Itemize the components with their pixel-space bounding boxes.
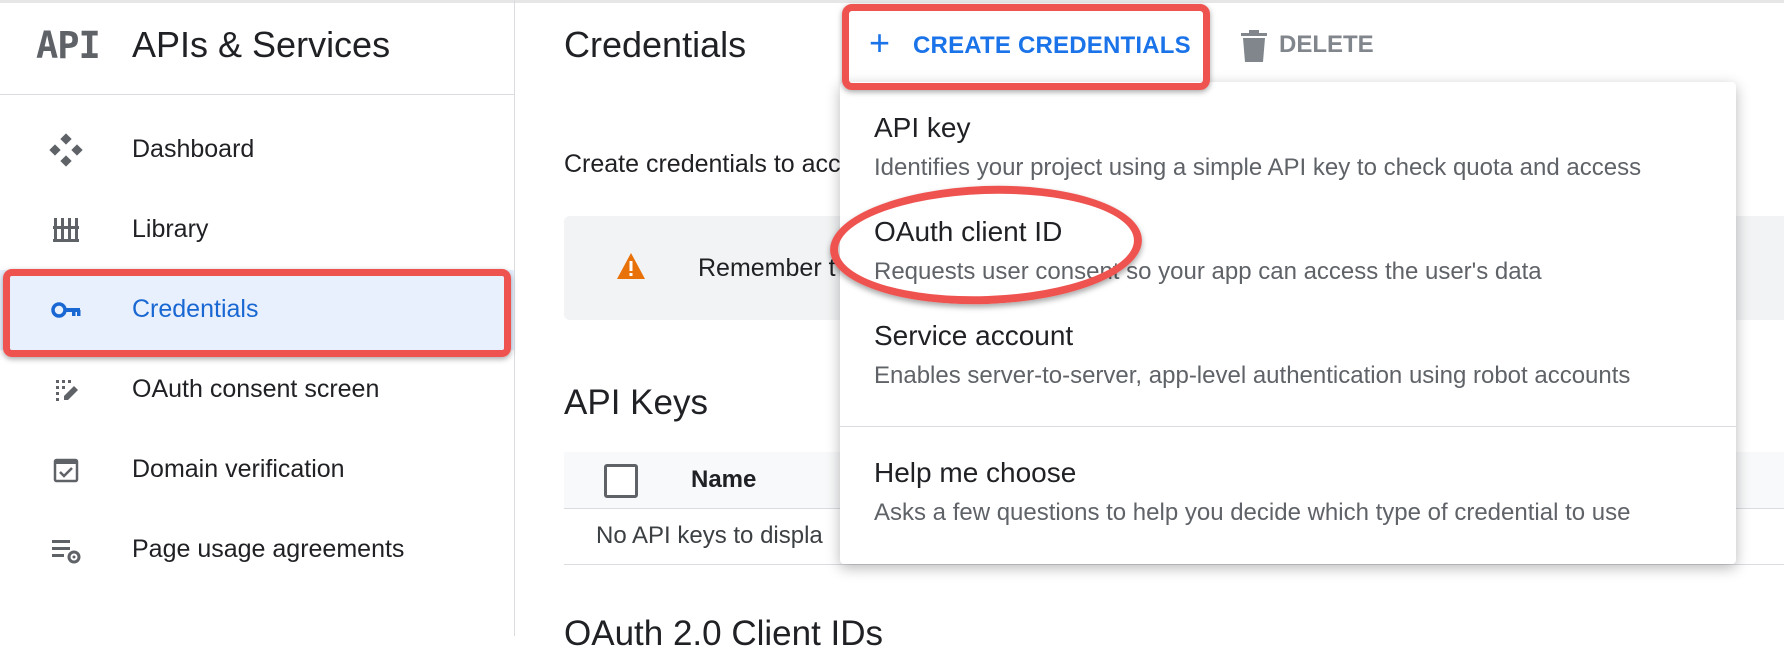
sidebar-item-label: Page usage agreements <box>132 535 405 563</box>
menu-item-title: Help me choose <box>874 457 1077 488</box>
domain-verification-icon <box>53 458 79 483</box>
sidebar-item-label: OAuth consent screen <box>132 375 380 403</box>
app-title: APIs & Services <box>132 24 391 65</box>
notice-text: Remember t <box>698 254 836 282</box>
delete-label: DELETE <box>1279 31 1374 58</box>
menu-item-title: Service account <box>874 320 1074 351</box>
trash-icon <box>1241 30 1267 62</box>
sidebar-item-library[interactable]: Library <box>0 190 514 270</box>
menu-item-service-account[interactable]: Service account Enables server-to-server… <box>840 290 1736 394</box>
empty-table-text: No API keys to displa <box>596 522 823 549</box>
oauth-client-ids-title: OAuth 2.0 Client IDs <box>564 614 884 653</box>
create-credentials-highlight-annotation <box>842 4 1210 90</box>
sidebar-item-label: Library <box>132 215 209 243</box>
sidebar-item-label: Dashboard <box>132 135 255 163</box>
credentials-highlight-annotation <box>3 269 511 357</box>
sidebar-item-oauth-consent[interactable]: OAuth consent screen <box>0 350 514 430</box>
menu-item-title: API key <box>874 112 971 143</box>
library-icon <box>53 218 79 242</box>
consent-screen-icon <box>56 380 78 401</box>
menu-item-description: Asks a few questions to help you decide … <box>874 499 1631 526</box>
menu-item-api-key[interactable]: API key Identifies your project using a … <box>840 82 1736 186</box>
sidebar-header: API APIs & Services <box>0 0 514 95</box>
sidebar: API APIs & Services Dashboard Library Cr… <box>0 0 515 636</box>
sidebar-item-label: Domain verification <box>132 455 345 483</box>
menu-item-description: Identifies your project using a simple A… <box>874 154 1642 181</box>
api-keys-title: API Keys <box>564 383 708 422</box>
menu-item-description: Enables server-to-server, app-level auth… <box>874 362 1631 389</box>
select-all-checkbox[interactable] <box>604 464 638 498</box>
api-logo: API <box>36 24 101 67</box>
warning-icon <box>617 253 645 279</box>
sidebar-item-domain-verification[interactable]: Domain verification <box>0 430 514 510</box>
intro-text: Create credentials to acc <box>564 150 841 178</box>
column-header-name[interactable]: Name <box>691 466 756 494</box>
page-title: Credentials <box>564 24 747 65</box>
page-usage-icon <box>52 540 81 564</box>
delete-button[interactable]: DELETE <box>1241 26 1381 66</box>
sidebar-item-dashboard[interactable]: Dashboard <box>0 110 514 190</box>
menu-item-help-me-choose[interactable]: Help me choose Asks a few questions to h… <box>840 427 1736 531</box>
dashboard-icon <box>49 133 83 167</box>
create-credentials-menu: API key Identifies your project using a … <box>840 82 1736 564</box>
sidebar-item-page-usage[interactable]: Page usage agreements <box>0 510 514 590</box>
